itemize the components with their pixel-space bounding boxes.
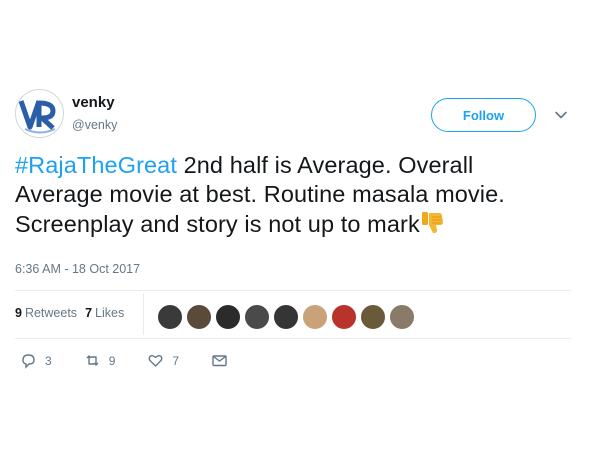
engagement-stats: 9 Retweets 7 Likes: [15, 306, 132, 320]
reply-icon: [22, 354, 35, 369]
direct-message-button[interactable]: [211, 352, 236, 369]
liker-avatar[interactable]: [157, 304, 183, 330]
envelope-icon: [212, 355, 227, 367]
chevron-down-icon[interactable]: [554, 108, 568, 122]
retweet-icon: [86, 355, 99, 366]
user-name[interactable]: venky: [72, 94, 115, 111]
likes-stat[interactable]: 7 Likes: [85, 306, 124, 320]
reply-count: 3: [45, 353, 52, 368]
retweets-label: Retweets: [24, 306, 78, 320]
liker-avatar[interactable]: [389, 304, 415, 330]
tweet-line-2: Average movie at best. Routine masala mo…: [15, 181, 505, 207]
avatar[interactable]: VR: [15, 89, 64, 138]
tweet-line-1: #RajaTheGreat 2nd half is Average. Overa…: [15, 151, 590, 180]
tweet-line-3-text: Screenplay and story is not up to mark: [15, 211, 420, 237]
hashtag-link[interactable]: #RajaTheGreat: [15, 152, 177, 178]
tweet-line-3: Screenplay and story is not up to mark: [15, 209, 590, 239]
thumbs-down-icon: [421, 212, 443, 233]
retweets-stat[interactable]: 9 Retweets: [15, 306, 77, 320]
tweet-text: #RajaTheGreat 2nd half is Average. Overa…: [15, 151, 590, 239]
likes-label: Likes: [95, 306, 125, 320]
follow-button[interactable]: Follow: [431, 98, 536, 132]
user-handle[interactable]: @venky: [72, 118, 117, 132]
tweet-timestamp[interactable]: 6:36 AM - 18 Oct 2017: [15, 262, 140, 276]
liker-avatar[interactable]: [215, 304, 241, 330]
tweet-actions: 3 9 7: [20, 352, 268, 369]
liker-avatar[interactable]: [331, 304, 357, 330]
likers-avatars: [157, 304, 418, 330]
retweet-button[interactable]: 9: [84, 352, 116, 369]
retweets-count: 9: [15, 306, 22, 320]
tweet-line-1-text: 2nd half is Average. Overall: [176, 152, 474, 178]
liker-avatar[interactable]: [273, 304, 299, 330]
heart-icon: [148, 355, 163, 367]
likes-count: 7: [85, 306, 93, 320]
avatar-letters: VR: [15, 89, 17, 90]
liker-avatar[interactable]: [186, 304, 212, 330]
like-button[interactable]: 7: [147, 352, 179, 369]
reply-button[interactable]: 3: [20, 352, 52, 369]
like-count: 7: [172, 353, 180, 368]
retweet-count: 9: [108, 353, 116, 368]
divider-bottom: [15, 338, 571, 339]
liker-avatar[interactable]: [360, 304, 386, 330]
liker-avatar[interactable]: [244, 304, 270, 330]
divider-top: [15, 290, 571, 291]
liker-avatar[interactable]: [302, 304, 328, 330]
stats-separator: [143, 293, 144, 335]
